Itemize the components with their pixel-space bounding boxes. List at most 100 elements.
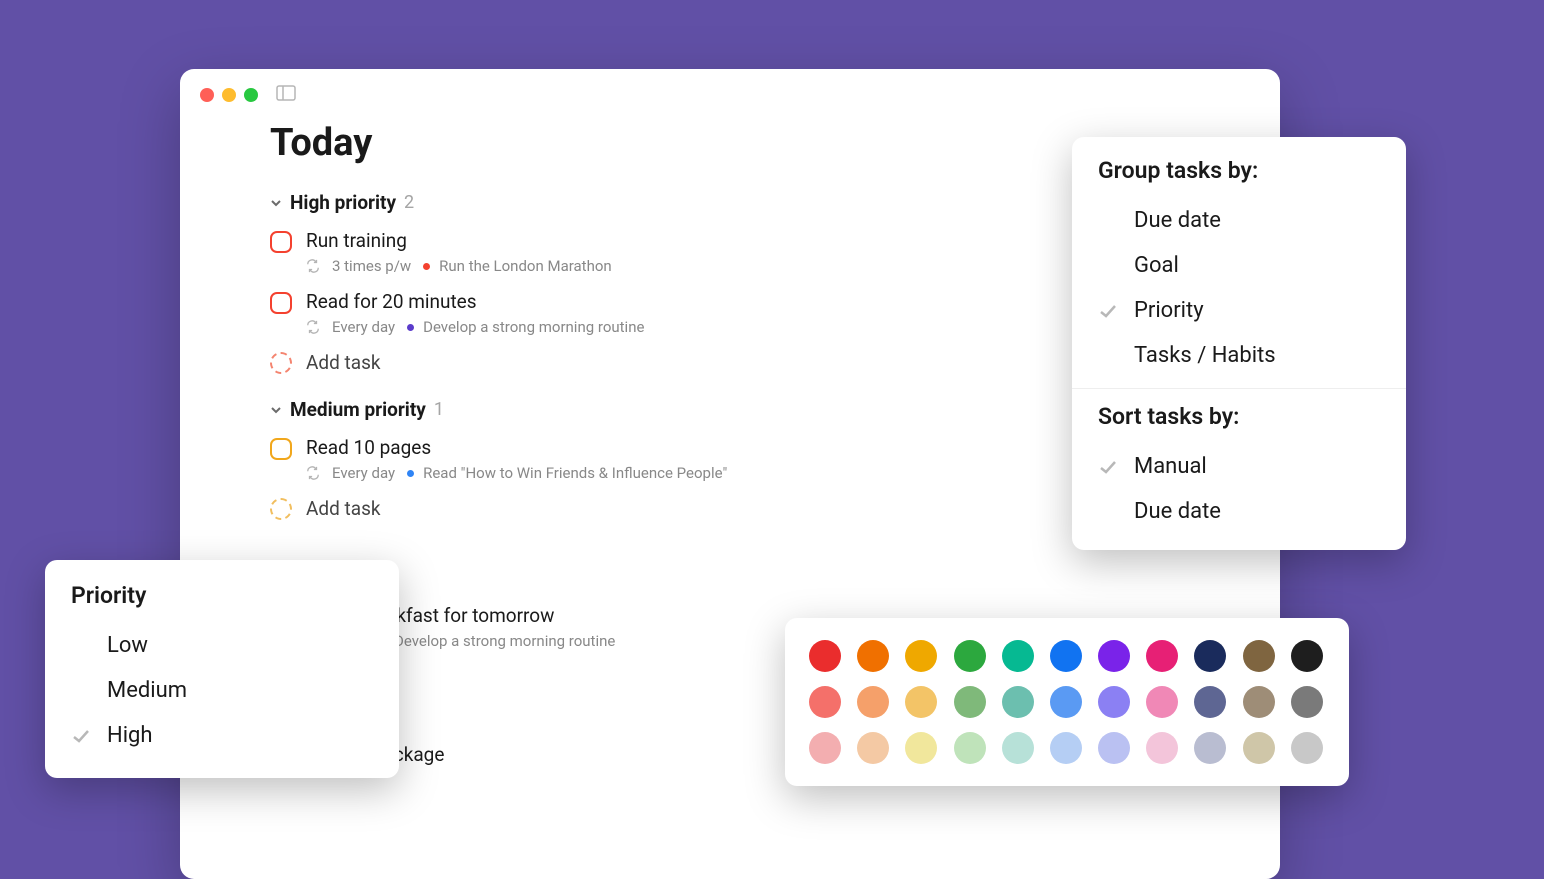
task-tag: Develop a strong morning routine xyxy=(378,632,615,650)
task-body: Run training 3 times p/w Run the London … xyxy=(306,229,612,275)
fullscreen-button[interactable] xyxy=(244,88,258,102)
color-swatch[interactable] xyxy=(1194,640,1226,672)
add-task-label: Add task xyxy=(306,497,381,520)
priority-option-low[interactable]: Low xyxy=(45,623,399,668)
sort-title: Sort tasks by: xyxy=(1072,399,1406,444)
task-meta: 3 times p/w Run the London Marathon xyxy=(306,257,612,275)
color-swatch[interactable] xyxy=(1050,732,1082,764)
priority-option-high[interactable]: High xyxy=(45,713,399,758)
group-option-tasks-habits[interactable]: Tasks / Habits xyxy=(1072,333,1406,378)
color-swatch[interactable] xyxy=(857,732,889,764)
add-task-button[interactable]: Add task xyxy=(270,351,1190,374)
check-icon xyxy=(1098,457,1120,477)
color-swatch[interactable] xyxy=(1002,640,1034,672)
task-meta: Every day Read "How to Win Friends & Inf… xyxy=(306,464,727,482)
check-icon xyxy=(1098,301,1120,321)
color-swatch[interactable] xyxy=(809,686,841,718)
group-title: Group tasks by: xyxy=(1072,153,1406,198)
group-option-goal[interactable]: Goal xyxy=(1072,243,1406,288)
repeat-icon xyxy=(306,466,320,480)
color-swatch[interactable] xyxy=(1194,686,1226,718)
section-count: 2 xyxy=(404,192,414,213)
section-name: High priority xyxy=(290,191,396,214)
chevron-down-icon xyxy=(270,197,282,209)
group-sort-popover: Group tasks by: Due date Goal Priority T… xyxy=(1072,137,1406,550)
color-swatch[interactable] xyxy=(1291,732,1323,764)
priority-option-medium[interactable]: Medium xyxy=(45,668,399,713)
color-grid xyxy=(809,640,1325,764)
color-swatch[interactable] xyxy=(905,732,937,764)
color-swatch[interactable] xyxy=(1243,640,1275,672)
task-meta: Every day Develop a strong morning routi… xyxy=(306,318,644,336)
sidebar-toggle-icon[interactable] xyxy=(276,85,296,105)
color-swatch[interactable] xyxy=(1050,686,1082,718)
color-swatch[interactable] xyxy=(954,732,986,764)
color-swatch[interactable] xyxy=(1002,686,1034,718)
group-option-due-date[interactable]: Due date xyxy=(1072,198,1406,243)
close-button[interactable] xyxy=(200,88,214,102)
sort-option-manual[interactable]: Manual xyxy=(1072,444,1406,489)
color-swatch[interactable] xyxy=(1098,640,1130,672)
color-swatch[interactable] xyxy=(954,686,986,718)
color-swatch[interactable] xyxy=(1146,640,1178,672)
task-recur: Every day xyxy=(332,464,395,482)
sort-option-due-date[interactable]: Due date xyxy=(1072,489,1406,534)
color-swatch[interactable] xyxy=(905,686,937,718)
task-title: akfast for tomorrow xyxy=(386,604,615,627)
color-swatch[interactable] xyxy=(1098,686,1130,718)
color-swatch[interactable] xyxy=(954,640,986,672)
task-recur: 3 times p/w xyxy=(332,257,411,275)
color-swatch[interactable] xyxy=(857,686,889,718)
color-swatch[interactable] xyxy=(1194,732,1226,764)
section-name: Medium priority xyxy=(290,398,426,421)
color-swatch[interactable] xyxy=(1243,732,1275,764)
section-high-priority: High priority 2 Run training 3 times p/w… xyxy=(270,191,1190,374)
titlebar xyxy=(180,69,1280,121)
color-swatch[interactable] xyxy=(857,640,889,672)
color-picker-popover xyxy=(785,618,1349,786)
color-swatch[interactable] xyxy=(1098,732,1130,764)
task-meta: Develop a strong morning routine xyxy=(378,632,615,650)
task-checkbox[interactable] xyxy=(270,292,292,314)
task-checkbox[interactable] xyxy=(270,231,292,253)
color-swatch[interactable] xyxy=(809,640,841,672)
group-option-priority[interactable]: Priority xyxy=(1072,288,1406,333)
color-swatch[interactable] xyxy=(1291,640,1323,672)
section-header[interactable]: Medium priority 1 xyxy=(270,398,1190,421)
color-swatch[interactable] xyxy=(905,640,937,672)
task-tag: Develop a strong morning routine xyxy=(407,318,644,336)
section-count: 1 xyxy=(434,399,444,420)
task-row[interactable]: Read for 20 minutes Every day Develop a … xyxy=(270,290,1190,336)
check-icon xyxy=(71,726,93,746)
repeat-icon xyxy=(306,320,320,334)
page-title: Today xyxy=(270,121,1190,165)
color-swatch[interactable] xyxy=(1002,732,1034,764)
task-checkbox[interactable] xyxy=(270,438,292,460)
task-title: Read 10 pages xyxy=(306,436,727,459)
add-icon xyxy=(270,498,292,520)
task-title: Read for 20 minutes xyxy=(306,290,644,313)
task-body: Read for 20 minutes Every day Develop a … xyxy=(306,290,644,336)
color-swatch[interactable] xyxy=(1291,686,1323,718)
minimize-button[interactable] xyxy=(222,88,236,102)
color-swatch[interactable] xyxy=(1050,640,1082,672)
divider xyxy=(1072,388,1406,389)
color-swatch[interactable] xyxy=(1146,732,1178,764)
add-task-button[interactable]: Add task xyxy=(270,497,1190,520)
add-task-label: Add task xyxy=(306,351,381,374)
popover-title: Priority xyxy=(45,578,399,623)
priority-popover: Priority Low Medium High xyxy=(45,560,399,778)
section-header[interactable]: High priority 2 xyxy=(270,191,1190,214)
section-medium-priority: Medium priority 1 Read 10 pages Every da… xyxy=(270,398,1190,520)
color-swatch[interactable] xyxy=(1146,686,1178,718)
task-row[interactable]: Read 10 pages Every day Read "How to Win… xyxy=(270,436,1190,482)
color-swatch[interactable] xyxy=(1243,686,1275,718)
repeat-icon xyxy=(306,259,320,273)
task-row[interactable]: Run training 3 times p/w Run the London … xyxy=(270,229,1190,275)
color-swatch[interactable] xyxy=(809,732,841,764)
chevron-down-icon xyxy=(270,404,282,416)
task-recur: Every day xyxy=(332,318,395,336)
task-tag: Run the London Marathon xyxy=(423,257,612,275)
add-icon xyxy=(270,352,292,374)
task-title: Run training xyxy=(306,229,612,252)
